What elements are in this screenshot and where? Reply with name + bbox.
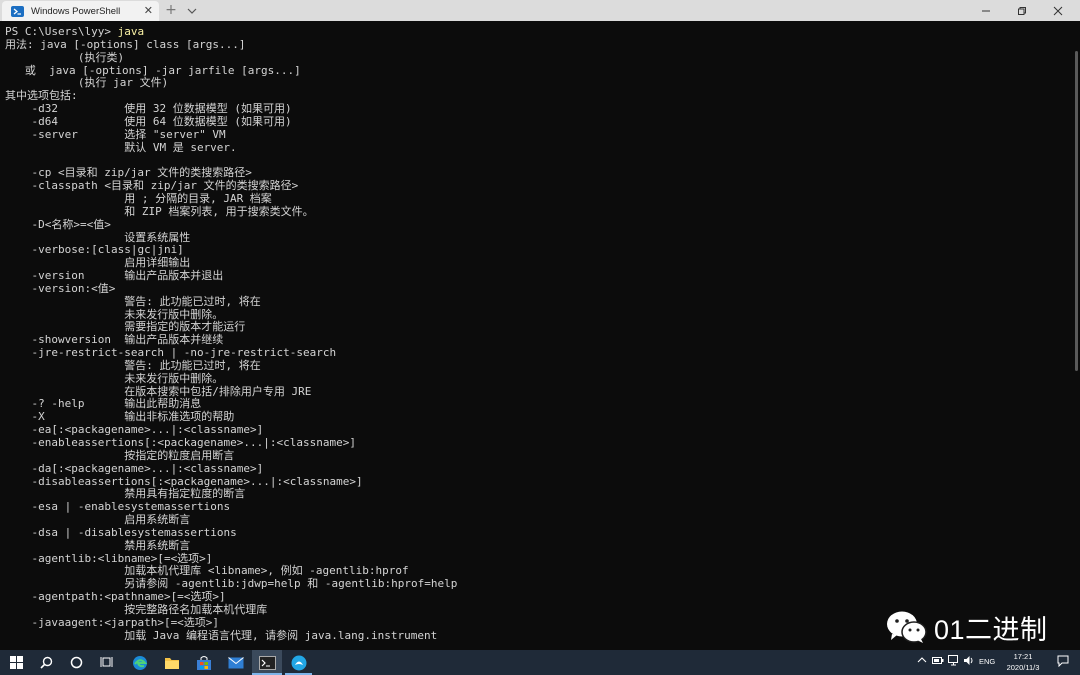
taskbar: ENG 17:21 2020/11/3 [0, 650, 1080, 675]
terminal-icon[interactable] [259, 654, 276, 671]
tab-powershell[interactable]: Windows PowerShell ✕ [2, 1, 159, 21]
output-line: 未来发行版中删除。 [5, 371, 224, 385]
close-icon [1053, 6, 1063, 15]
output-line: 启用系统断言 [5, 513, 191, 527]
terminal-output[interactable]: PS C:\Users\lyy> java 用法: java [-options… [0, 21, 1072, 650]
output-line: -d32 使用 32 位数据模型 (如果可用) [5, 102, 292, 116]
output-lines: 用法: java [-options] class [args...] (执行类… [5, 37, 1072, 643]
output-line: -server 选择 "server" VM [5, 127, 226, 141]
output-line: 警告: 此功能已过时, 将在 [5, 358, 261, 372]
wechat-icon [887, 611, 927, 643]
output-line: (执行 jar 文件) [5, 76, 169, 90]
maximize-icon [1018, 6, 1026, 15]
output-line: (执行类) [5, 50, 125, 64]
output-line: -d64 使用 64 位数据模型 (如果可用) [5, 114, 292, 128]
output-line: -D<名称>=<值> [5, 217, 111, 231]
scrollbar-thumb[interactable] [1075, 51, 1078, 371]
output-line: -da[:<packagename>...|:<classname>] [5, 461, 264, 475]
output-line: -dsa | -disablesystemassertions [5, 525, 237, 539]
clock-time: 17:21 [1013, 652, 1033, 661]
task-view-icon[interactable] [98, 654, 115, 671]
file-explorer-icon[interactable] [163, 654, 180, 671]
store-icon[interactable] [195, 654, 212, 671]
watermark-text: 01二进制 [934, 614, 1048, 645]
powershell-icon [11, 5, 24, 17]
search-icon[interactable] [38, 654, 55, 671]
output-line: 用法: java [-options] class [args...] [5, 37, 246, 51]
volume-icon[interactable] [963, 655, 975, 668]
language-indicator[interactable]: ENG [979, 657, 995, 666]
output-line: 和 ZIP 档案列表, 用于搜索类文件。 [5, 204, 314, 218]
prompt: PS C:\Users\lyy> [5, 25, 118, 38]
output-line: 禁用系统断言 [5, 538, 191, 552]
tab-close-button[interactable]: ✕ [144, 4, 153, 18]
minimize-icon [982, 10, 990, 11]
output-line: -jre-restrict-search | -no-jre-restrict-… [5, 346, 337, 360]
watermark: 01二进制 [886, 609, 1048, 645]
output-line: 默认 VM 是 server. [5, 140, 237, 154]
chevron-up-icon[interactable] [917, 656, 927, 666]
chevron-down-icon[interactable] [185, 3, 199, 17]
tab-title: Windows PowerShell [31, 5, 121, 17]
command: java [117, 25, 145, 38]
edge-icon[interactable] [131, 654, 148, 671]
new-tab-button[interactable]: + [164, 1, 178, 19]
output-line: -enableassertions[:<packagename>...|:<cl… [5, 436, 356, 449]
output-line: -version:<值> [5, 281, 116, 295]
output-line: 警告: 此功能已过时, 将在 [5, 294, 261, 308]
clock[interactable]: 17:21 2020/11/3 [998, 652, 1048, 673]
close-button[interactable] [1040, 0, 1076, 21]
clock-date: 2020/11/3 [1006, 662, 1040, 672]
battery-icon[interactable] [932, 656, 944, 667]
app-icon[interactable] [290, 654, 307, 671]
notification-icon[interactable] [1057, 655, 1069, 669]
output-line: 用 ; 分隔的目录, JAR 档案 [5, 191, 272, 205]
minimize-button[interactable] [968, 0, 1004, 21]
windows-start-icon[interactable] [8, 654, 25, 671]
output-line: 按指定的粒度启用断言 [5, 448, 235, 462]
maximize-button[interactable] [1004, 0, 1040, 21]
prompt-line: PS C:\Users\lyy> java [5, 25, 1072, 39]
cortana-icon[interactable] [68, 654, 85, 671]
mail-icon[interactable] [227, 654, 244, 671]
output-line: -version 输出产品版本并退出 [5, 269, 224, 283]
scrollbar[interactable] [1072, 21, 1080, 650]
network-icon[interactable] [948, 655, 960, 668]
title-bar: Windows PowerShell ✕ + [0, 0, 1080, 21]
